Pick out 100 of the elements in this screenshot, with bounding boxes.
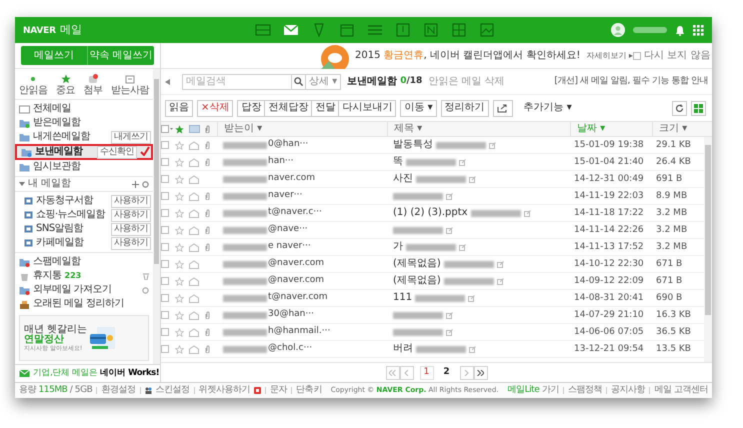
previous-page-button[interactable] — [400, 366, 414, 380]
sender-address[interactable]: @naver.com — [268, 257, 324, 271]
folder-item[interactable]: 오래된 메일 정리하기 — [15, 297, 153, 311]
toolbar-button[interactable]: 전체답장 — [265, 100, 312, 116]
sender-address[interactable]: t@naver.c··· — [268, 206, 322, 220]
footer-link[interactable]: 스팸정책 — [568, 386, 602, 395]
delete-button[interactable]: ×삭제 — [197, 100, 234, 116]
envelope-icon[interactable] — [189, 125, 200, 133]
checkbox[interactable] — [632, 52, 641, 60]
new-window-icon[interactable] — [446, 192, 453, 200]
works-promo-text[interactable]: 기업,단체 메일은 네이버 Works! — [33, 369, 160, 378]
last-page-button[interactable] — [474, 366, 488, 380]
view-mode-button[interactable] — [691, 100, 706, 116]
folder-item[interactable]: 받은메일함 — [15, 116, 153, 130]
details-link[interactable]: 자세히보기 ▸ — [586, 50, 633, 62]
checkbox[interactable] — [161, 158, 169, 166]
envelope-icon[interactable] — [283, 23, 299, 37]
sender-address[interactable]: naver.com — [268, 172, 316, 186]
avatar-icon[interactable] — [611, 23, 625, 37]
star-icon[interactable] — [60, 74, 70, 84]
checkbox[interactable] — [161, 277, 169, 285]
sender-address[interactable]: @chol.c··· — [268, 342, 312, 356]
footer-link[interactable]: 환경설정 — [101, 386, 136, 395]
checkbox[interactable] — [161, 192, 169, 200]
sender-address[interactable]: t@naver.com — [268, 291, 328, 305]
app-grid-icon[interactable] — [693, 24, 704, 36]
quick-filter-label[interactable]: 안읽음 — [19, 86, 48, 96]
mail-subject[interactable]: (제목없음) — [393, 259, 441, 269]
folder-item[interactable]: 자동청구서함 사용하기 — [15, 194, 153, 208]
new-window-icon[interactable] — [524, 210, 531, 216]
new-window-icon[interactable] — [446, 226, 453, 234]
mail-subject[interactable]: 발동특성 — [393, 140, 433, 150]
sender-address[interactable]: @naver.com — [268, 274, 324, 288]
page-number[interactable]: 2 — [440, 366, 454, 380]
checkbox[interactable] — [161, 243, 169, 251]
frame-icon[interactable] — [395, 23, 411, 37]
folder-item[interactable]: 보낸메일함 수신확인 — [15, 144, 153, 160]
collapse-arrow-icon[interactable] — [165, 78, 170, 84]
footer-link[interactable]: 메일 고객센터 — [654, 386, 708, 395]
star-icon[interactable] — [175, 124, 184, 134]
trash-icon[interactable] — [143, 272, 149, 280]
toolbar-button[interactable]: 전달 — [312, 100, 340, 116]
star-outline-icon[interactable] — [175, 158, 184, 166]
sender-address[interactable]: naver··· — [268, 189, 302, 203]
checkbox[interactable] — [161, 345, 169, 353]
toolbar-button[interactable]: 읽음 — [165, 100, 193, 116]
mail-subject[interactable]: (1) (2) (3).pptx — [393, 208, 468, 218]
star-outline-icon[interactable] — [175, 276, 184, 286]
folder-action-button[interactable]: 수신확인 — [96, 146, 137, 158]
star-outline-icon[interactable] — [175, 260, 184, 268]
sender-address[interactable]: @nave··· — [268, 223, 308, 237]
sender-address[interactable]: 30@han··· — [268, 308, 314, 322]
new-window-icon[interactable] — [469, 176, 476, 182]
sender-address[interactable]: h@hanmail.··· — [268, 325, 330, 339]
footer-link[interactable]: 메일Lite 가기 — [507, 386, 559, 395]
mail-subject[interactable]: 버려 — [393, 344, 413, 354]
page-number[interactable]: 1 — [420, 366, 434, 380]
star-outline-icon[interactable] — [175, 294, 184, 302]
toolbar-button[interactable]: 정리하기 — [440, 100, 489, 116]
calendar-icon[interactable] — [339, 23, 355, 37]
new-window-icon[interactable] — [469, 346, 476, 352]
new-window-icon[interactable] — [459, 244, 466, 250]
new-window-icon[interactable] — [468, 294, 476, 302]
footer-link[interactable]: 위젯사용하기 — [198, 386, 250, 395]
new-window-icon[interactable] — [496, 278, 504, 284]
star-outline-icon[interactable] — [175, 192, 184, 200]
detail-search-button[interactable]: 상세 ▾ — [306, 74, 342, 90]
sidebar-scrollbar[interactable] — [153, 69, 160, 364]
caret-down-icon[interactable] — [19, 181, 25, 187]
folder-item[interactable]: 카페메일함 사용하기 — [15, 236, 153, 250]
quick-filter-label[interactable]: 첨부 — [84, 86, 102, 96]
column-header[interactable]: 받는이 ▾ — [217, 122, 387, 136]
search-field[interactable]: 메일검색 — [182, 74, 292, 90]
folder-item[interactable]: 스팸메일함 — [15, 255, 153, 269]
toolbar-button[interactable]: 다시보내기 — [339, 100, 396, 116]
my-folders-header[interactable]: 내 메일함 — [15, 177, 153, 192]
checkbox[interactable] — [161, 311, 169, 319]
list-scrollbar[interactable] — [704, 137, 712, 362]
card-icon[interactable] — [255, 23, 271, 37]
star-outline-icon[interactable] — [175, 310, 184, 320]
settings-icon[interactable] — [142, 180, 149, 188]
quick-filter-label[interactable]: 받는사람 — [111, 86, 149, 96]
new-window-icon[interactable] — [489, 142, 496, 148]
star-outline-icon[interactable] — [175, 226, 184, 234]
checkbox[interactable] — [161, 294, 169, 302]
folder-item[interactable]: SNS알림함 사용하기 — [15, 222, 153, 236]
star-outline-icon[interactable] — [175, 242, 184, 252]
folder-item[interactable]: 쇼핑·뉴스메일함 사용하기 — [15, 208, 153, 222]
mail-subject[interactable]: 사진 — [393, 174, 413, 184]
new-window-icon[interactable] — [446, 312, 453, 318]
footer-link[interactable]: 단축키 — [296, 386, 322, 395]
toolbar-button[interactable]: 답장 — [237, 100, 266, 116]
footer-link[interactable]: 문자 — [270, 386, 288, 395]
contact-card-icon[interactable] — [125, 74, 135, 84]
enable-folder-button[interactable]: 사용하기 — [110, 194, 151, 208]
refresh-button[interactable] — [672, 100, 687, 116]
list-icon[interactable] — [367, 23, 383, 37]
checkbox[interactable] — [161, 141, 169, 149]
checkbox[interactable] — [161, 175, 169, 183]
checkbox[interactable] — [161, 209, 169, 217]
